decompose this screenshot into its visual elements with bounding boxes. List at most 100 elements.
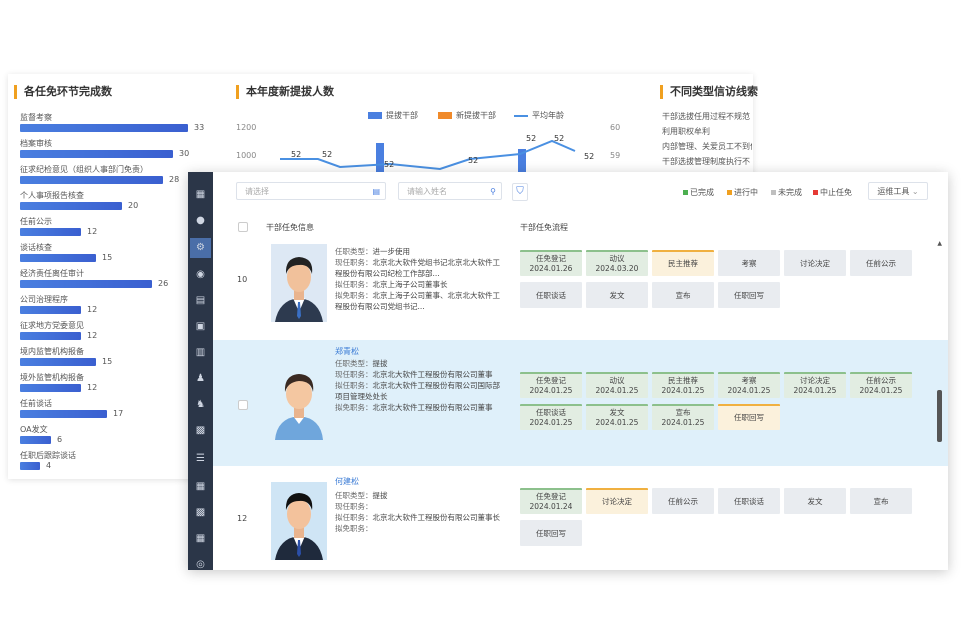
flow-step-date: 2024.01.25 xyxy=(859,386,903,395)
flow-step[interactable]: 民主推荐 xyxy=(652,250,714,276)
status-legend-doing: 进行中 xyxy=(727,187,758,198)
flow-step[interactable]: 任前公示 xyxy=(850,250,912,276)
flow-step-label: 发文 xyxy=(807,497,823,506)
bar-label: 境外监管机构报备 xyxy=(20,373,84,382)
bar-label: 谈话核查 xyxy=(20,243,52,252)
flow-step-label: 动议 xyxy=(609,254,625,263)
flow-step[interactable]: 民主推荐 2024.01.25 xyxy=(652,372,714,398)
flow-step[interactable]: 任职回写 xyxy=(718,404,780,430)
flow-step[interactable]: 宣布 2024.01.25 xyxy=(652,404,714,430)
flow-step[interactable]: 考察 xyxy=(718,250,780,276)
flow-step-label: 讨论决定 xyxy=(602,497,632,506)
bar xyxy=(20,332,81,340)
right-line: 内部管理、关爱员工不到位 xyxy=(662,142,752,151)
flow-step[interactable]: 发文 2024.01.25 xyxy=(586,404,648,430)
flow-step-date: 2024.01.25 xyxy=(595,386,639,395)
table-row[interactable]: 10 任职类型：进一步使用 现任职务：北京北大软件党组书记北京北大软件工程股份有… xyxy=(213,240,948,336)
circle-icon[interactable]: ◉ xyxy=(194,268,207,281)
calendar-icon[interactable]: ▤ xyxy=(194,294,207,307)
flow-step[interactable]: 动议 2024.03.20 xyxy=(586,250,648,276)
flow-step-date: 2024.01.25 xyxy=(529,418,573,427)
cadre-name[interactable]: 郑青松 xyxy=(335,346,359,357)
table-row[interactable]: 12 何建松 任职类型：提拔 现任职务： 拟任职务：北京北大软件工程股份有限公司… xyxy=(213,472,948,570)
flow-step-date: 2024.01.26 xyxy=(529,264,573,273)
bar xyxy=(20,384,81,392)
cadre-management-window: ▦ ● ⚙ ◉ ▤ ▣ ▥ ♟ ♞ ▩ ☰ ▦ ▩ ▦ ◎ 请选择 ▤ 请输入姓… xyxy=(188,172,948,570)
flow-step[interactable]: 发文 xyxy=(784,488,846,514)
right-panel-title: 不同类型信访线索 xyxy=(660,85,760,99)
flow-step[interactable]: 任前公示 xyxy=(652,488,714,514)
flow-step[interactable]: 讨论决定 xyxy=(784,250,846,276)
flow-step[interactable]: 任免登记 2024.01.26 xyxy=(520,250,582,276)
qr-icon[interactable]: ▩ xyxy=(194,506,207,519)
calendar-icon[interactable]: ▤ xyxy=(372,183,380,201)
flow-step[interactable]: 宣布 xyxy=(850,488,912,514)
tools-dropdown[interactable]: 运维工具 ⌄ xyxy=(868,182,928,200)
y-tick: 59 xyxy=(610,151,621,160)
flow-step[interactable]: 任职谈话 xyxy=(520,282,582,308)
bar-label: 个人事项报告核查 xyxy=(20,191,84,200)
name-search-input[interactable]: 请输入姓名 ⚲ xyxy=(398,182,502,200)
bar-label: 公司治理程序 xyxy=(20,295,68,304)
row-checkbox[interactable] xyxy=(238,400,248,410)
bar xyxy=(20,306,81,314)
org-chart-icon[interactable]: ▦ xyxy=(194,188,207,201)
cadre-info: 任职类型：提拔 现任职务：北京北大软件工程股份有限公司董事 拟任职务：北京北大软… xyxy=(335,359,500,412)
person-icon[interactable]: ♟ xyxy=(194,372,207,385)
user-settings-icon[interactable]: ⚙ xyxy=(190,238,211,258)
flow-step[interactable]: 任免登记 2024.01.24 xyxy=(520,488,582,514)
col-header-info: 干部任免信息 xyxy=(266,223,314,232)
select-all-checkbox[interactable] xyxy=(238,222,248,232)
search-icon[interactable]: ⚲ xyxy=(490,183,496,201)
flow-step[interactable]: 发文 xyxy=(586,282,648,308)
flow-step[interactable]: 任前公示 2024.01.25 xyxy=(850,372,912,398)
bar-label: 经济责任离任审计 xyxy=(20,269,84,278)
bar xyxy=(20,150,173,158)
flow-step[interactable]: 任职回写 xyxy=(520,520,582,546)
bar-value: 12 xyxy=(87,227,98,236)
flow-step[interactable]: 任职回写 xyxy=(718,282,780,308)
bar xyxy=(376,143,384,174)
bar-value: 33 xyxy=(194,123,205,132)
list-icon[interactable]: ☰ xyxy=(194,452,207,465)
more-icon[interactable]: ◎ xyxy=(194,558,207,570)
flow-step-label: 任前公示 xyxy=(866,376,896,385)
person-add-icon[interactable]: ♞ xyxy=(194,398,207,411)
flow-step-label: 讨论决定 xyxy=(800,376,830,385)
bar-value: 12 xyxy=(87,331,98,340)
scroll-up-icon[interactable]: ▲ xyxy=(937,240,942,247)
avatar xyxy=(271,244,327,322)
cadre-name[interactable]: 何建松 xyxy=(335,476,359,487)
flow-step[interactable]: 考察 2024.01.25 xyxy=(718,372,780,398)
grid-icon[interactable]: ▩ xyxy=(194,424,207,437)
table-row[interactable]: 郑青松 任职类型：提拔 现任职务：北京北大软件工程股份有限公司董事 拟任职务：北… xyxy=(213,340,948,466)
bar-value: 6 xyxy=(57,435,63,444)
scrollbar-thumb[interactable] xyxy=(937,390,942,442)
bar-label: 征求地方党委意见 xyxy=(20,321,84,330)
flow-step[interactable]: 讨论决定 xyxy=(586,488,648,514)
flow-step[interactable]: 动议 2024.01.25 xyxy=(586,372,648,398)
right-line: 利用职权牟利 xyxy=(662,127,710,136)
bar-label: 境内监管机构报备 xyxy=(20,347,84,356)
flow-step-date: 2024.01.25 xyxy=(661,386,705,395)
flow-step[interactable]: 任免登记 2024.01.25 xyxy=(520,372,582,398)
table-icon[interactable]: ▦ xyxy=(194,532,207,545)
user-icon[interactable]: ● xyxy=(194,214,207,227)
file-icon[interactable]: ▦ xyxy=(194,480,207,493)
data-label: 52 xyxy=(584,152,595,161)
flow-step-date: 2024.01.25 xyxy=(793,386,837,395)
flow-step[interactable]: 任职谈话 xyxy=(718,488,780,514)
flow-step-label: 任职回写 xyxy=(536,529,566,538)
avatar xyxy=(275,374,323,440)
bar-label: OA发文 xyxy=(20,425,48,434)
filter-icon[interactable]: ⛉ xyxy=(512,183,528,201)
flow-step-label: 宣布 xyxy=(873,497,889,506)
select-input[interactable]: 请选择 ▤ xyxy=(236,182,386,200)
flow-step[interactable]: 任职谈话 2024.01.25 xyxy=(520,404,582,430)
bar xyxy=(20,176,163,184)
flow-step[interactable]: 讨论决定 2024.01.25 xyxy=(784,372,846,398)
flow-step[interactable]: 宣布 xyxy=(652,282,714,308)
flow-step-label: 动议 xyxy=(609,376,625,385)
document-icon[interactable]: ▥ xyxy=(194,346,207,359)
chart-icon[interactable]: ▣ xyxy=(194,320,207,333)
